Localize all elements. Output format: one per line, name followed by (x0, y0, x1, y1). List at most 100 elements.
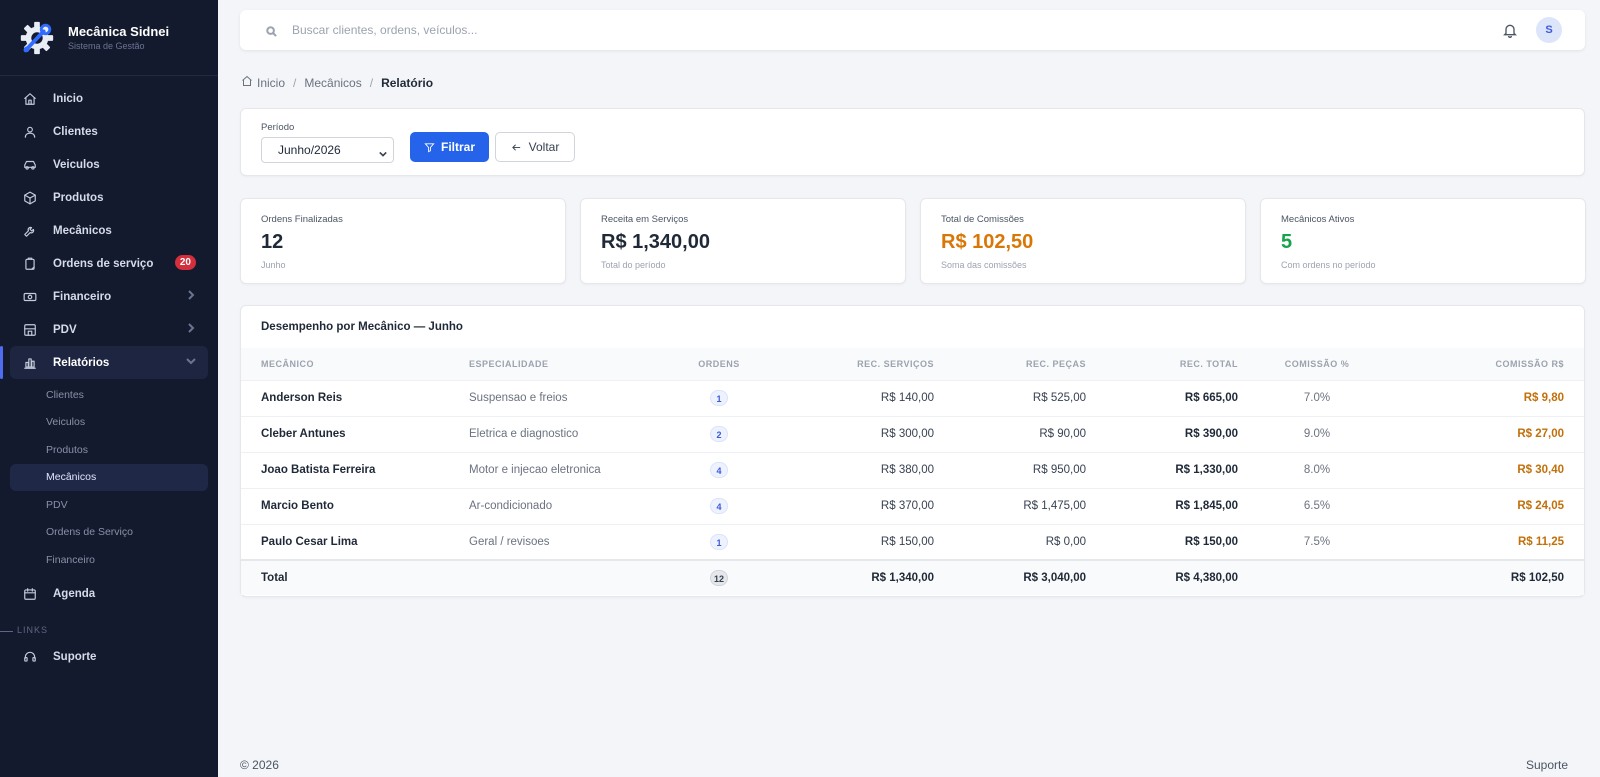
submenu-item-clientes[interactable]: Clientes (10, 381, 208, 409)
filter-icon (424, 142, 435, 152)
sidebar-item-veiculos[interactable]: Veiculos (10, 148, 208, 181)
orders-cell: 1 (669, 379, 769, 416)
stat-subtitle: Com ordens no período (1281, 260, 1376, 270)
sidebar-item-relatorios[interactable]: Relatórios (0, 346, 208, 379)
car-icon (22, 157, 38, 173)
commission-percent: 9.0% (1258, 415, 1376, 452)
filter-button-label: Filtrar (440, 140, 475, 154)
sidebar-item-ordens[interactable]: Ordens de serviço 20 (10, 247, 208, 280)
column-header[interactable]: Comissão R$ (1376, 348, 1584, 380)
total-commission: R$ 102,50 (1376, 559, 1584, 595)
home-icon (22, 91, 38, 107)
sidebar-item-financeiro[interactable]: Financeiro (10, 280, 208, 313)
mechanic-name: Marcio Bento (241, 487, 449, 524)
column-header[interactable]: Rec. Serviços (769, 348, 954, 380)
chevron-right-icon (186, 323, 196, 333)
table-row[interactable]: Anderson Reis Suspensao e freios 1 R$ 14… (241, 379, 1584, 416)
sidebar-item-label: Ordens de serviço (53, 257, 154, 270)
sidebar-item-suporte[interactable]: Suporte (10, 641, 208, 674)
table-row[interactable]: Cleber Antunes Eletrica e diagnostico 2 … (241, 415, 1584, 452)
table-row[interactable]: Marcio Bento Ar-condicionado 4 R$ 370,00… (241, 487, 1584, 524)
total-empty-cell (449, 559, 669, 595)
submenu-item-veiculos[interactable]: Veiculos (10, 409, 208, 437)
sidebar-nav: Inicio Clientes Veiculos Produtos Mecâni… (0, 76, 218, 611)
filter-card: Período Junho/2026 Filtrar Voltar (240, 108, 1585, 176)
bell-icon[interactable] (1502, 22, 1518, 38)
table-row[interactable]: Paulo Cesar Lima Geral / revisoes 1 R$ 1… (241, 523, 1584, 560)
performance-table: Mecânico Especialidade Ordens Rec. Servi… (241, 348, 1584, 595)
service-revenue: R$ 380,00 (769, 451, 954, 488)
column-header[interactable]: Especialidade (449, 348, 669, 380)
store-icon (22, 322, 38, 338)
table-row[interactable]: Joao Batista Ferreira Motor e injecao el… (241, 451, 1584, 488)
commission-percent: 8.0% (1258, 451, 1376, 488)
total-parts-revenue: R$ 3,040,00 (954, 559, 1106, 595)
period-select-value: Junho/2026 (278, 143, 341, 157)
mechanic-specialty: Geral / revisoes (449, 523, 669, 560)
sidebar-item-label: Inicio (53, 92, 84, 105)
stat-value: 5 (1281, 231, 1293, 253)
total-label: Total (241, 559, 449, 595)
parts-revenue: R$ 90,00 (954, 415, 1106, 452)
mechanic-specialty: Suspensao e freios (449, 379, 669, 416)
sidebar-item-mecanicos[interactable]: Mecânicos (10, 214, 208, 247)
breadcrumb-mecanicos[interactable]: Mecânicos (304, 76, 361, 90)
parts-revenue: R$ 525,00 (954, 379, 1106, 416)
search-input[interactable] (292, 18, 792, 42)
footer-copyright: © 2026 (240, 758, 279, 772)
footer-support-link[interactable]: Suporte (1526, 758, 1568, 772)
submenu-item-financeiro[interactable]: Financeiro (10, 546, 208, 574)
period-select[interactable]: Junho/2026 (261, 137, 394, 163)
filter-button[interactable]: Filtrar (410, 132, 489, 162)
service-revenue: R$ 140,00 (769, 379, 954, 416)
sidebar: Mecânica Sidnei Sistema de Gestão Inicio… (0, 0, 218, 777)
total-revenue: R$ 665,00 (1106, 379, 1258, 416)
stat-card-commissions: Total de Comissões R$ 102,50 Soma das co… (920, 198, 1246, 284)
stat-label: Total de Comissões (941, 214, 1024, 225)
submenu-item-produtos[interactable]: Produtos (10, 436, 208, 464)
back-button-label: Voltar (528, 140, 560, 154)
orders-cell: 1 (669, 523, 769, 560)
mechanic-specialty: Motor e injecao eletronica (449, 451, 669, 488)
sidebar-item-agenda[interactable]: Agenda (10, 578, 208, 611)
clipboard-icon (22, 256, 38, 272)
column-header[interactable]: Rec. Peças (954, 348, 1106, 380)
brand-subtitle: Sistema de Gestão (68, 41, 145, 51)
avatar[interactable]: S (1536, 17, 1562, 43)
breadcrumb-separator: / (369, 75, 374, 90)
column-header[interactable]: Rec. Total (1106, 348, 1258, 380)
commission-value: R$ 30,40 (1376, 451, 1584, 488)
column-header[interactable]: Mecânico (241, 348, 449, 380)
breadcrumb-home[interactable]: Inicio (257, 76, 285, 90)
stat-value: R$ 102,50 (941, 231, 1034, 253)
column-header[interactable]: Comissão % (1258, 348, 1376, 380)
sidebar-item-inicio[interactable]: Inicio (10, 82, 208, 115)
column-header[interactable]: Ordens (669, 348, 769, 380)
total-revenue: R$ 4,380,00 (1106, 559, 1258, 595)
orders-cell: 4 (669, 487, 769, 524)
submenu-item-mecanicos[interactable]: Mecânicos (10, 463, 208, 491)
sidebar-item-label: Agenda (53, 588, 96, 600)
home-icon (241, 75, 257, 90)
sidebar-item-label: Veiculos (53, 158, 100, 171)
orders-count-badge: 1 (710, 533, 728, 550)
submenu-item-ordens[interactable]: Ordens de Serviço (10, 519, 208, 547)
stat-label: Ordens Finalizadas (261, 214, 343, 225)
commission-value: R$ 27,00 (1376, 415, 1584, 452)
sidebar-item-clientes[interactable]: Clientes (10, 115, 208, 148)
chevron-right-icon (186, 290, 196, 300)
breadcrumb-separator: / (293, 75, 297, 90)
sidebar-item-pdv[interactable]: PDV (10, 313, 208, 346)
reports-submenu: Clientes Veiculos Produtos Mecânicos PDV… (10, 379, 208, 578)
back-button[interactable]: Voltar (495, 132, 575, 162)
breadcrumb-current: Relatório (381, 75, 434, 90)
box-icon (22, 190, 38, 206)
orders-count-badge: 4 (710, 462, 728, 478)
table-header-row: Mecânico Especialidade Ordens Rec. Servi… (241, 348, 1584, 380)
sidebar-item-produtos[interactable]: Produtos (10, 181, 208, 214)
sidebar-item-label: Relatórios (53, 356, 110, 369)
parts-revenue: R$ 950,00 (954, 451, 1106, 488)
gear-wrench-logo-icon (20, 21, 54, 54)
commission-value: R$ 11,25 (1376, 523, 1584, 560)
submenu-item-pdv[interactable]: PDV (10, 491, 208, 519)
